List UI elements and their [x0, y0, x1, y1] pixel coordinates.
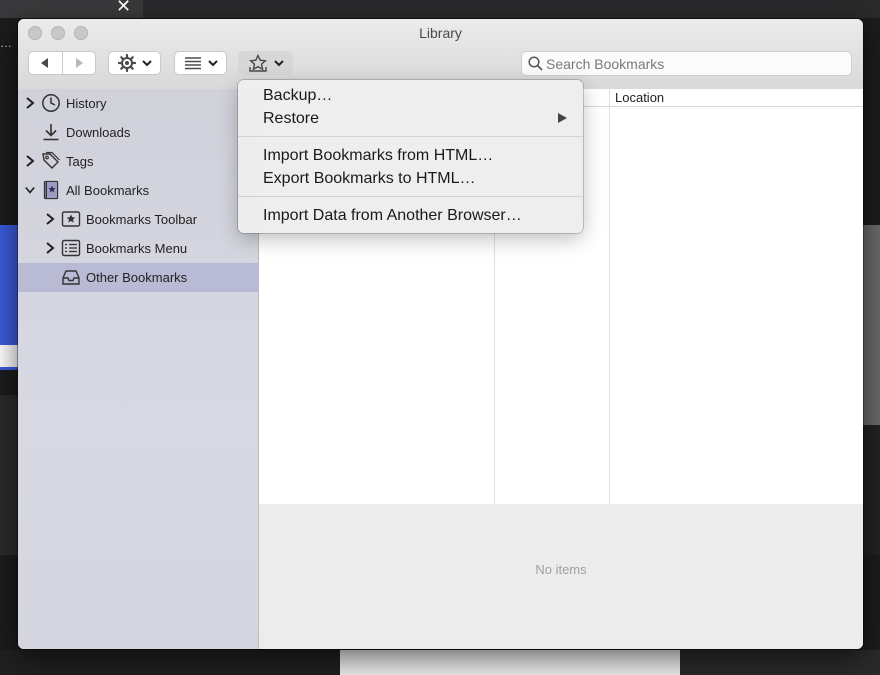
background-bottom-mid — [340, 650, 680, 675]
sidebar: History Downloads Tags All Bookmarks Boo… — [18, 89, 259, 649]
import-backup-button[interactable] — [238, 51, 293, 75]
menu-item-export-html[interactable]: Export Bookmarks to HTML… — [238, 167, 583, 189]
background-ellipsis: … — [0, 36, 12, 50]
menu-list-icon — [61, 239, 81, 257]
sidebar-item-downloads[interactable]: Downloads — [18, 118, 259, 147]
disclosure-right-icon[interactable] — [25, 97, 35, 109]
sidebar-item-bookmarks-toolbar[interactable]: Bookmarks Toolbar — [18, 205, 259, 234]
disclosure-right-icon[interactable] — [45, 242, 55, 254]
search-input[interactable] — [546, 55, 846, 72]
disclosure-down-icon[interactable] — [25, 184, 35, 196]
sidebar-item-label: Other Bookmarks — [86, 270, 188, 285]
background-photo — [862, 225, 880, 425]
search-box[interactable] — [521, 51, 852, 76]
background-tab: ✕ — [0, 0, 143, 18]
background-panel-white — [0, 345, 18, 367]
menu-item-label: Export Bookmarks to HTML… — [263, 170, 476, 187]
sidebar-item-bookmarks-menu[interactable]: Bookmarks Menu — [18, 234, 259, 263]
forward-button[interactable] — [62, 52, 95, 74]
sidebar-item-label: History — [66, 96, 107, 111]
background-panel-dark-right — [862, 425, 880, 555]
triangle-left-icon — [41, 58, 49, 68]
sidebar-item-label: Bookmarks Toolbar — [86, 212, 198, 227]
menu-item-import-html[interactable]: Import Bookmarks from HTML… — [238, 144, 583, 166]
background-bottom-right — [680, 650, 880, 675]
search-icon — [528, 56, 543, 71]
submenu-arrow-icon — [558, 113, 567, 123]
empty-state-text: No items — [535, 562, 587, 577]
menu-item-import-browser[interactable]: Import Data from Another Browser… — [238, 204, 583, 226]
sidebar-item-label: All Bookmarks — [66, 183, 150, 198]
column-header-label: Location — [615, 90, 665, 105]
list-icon — [184, 57, 201, 70]
organize-button[interactable] — [108, 51, 161, 75]
background-bottom-left — [0, 650, 340, 675]
chevron-down-icon — [141, 60, 152, 67]
sidebar-item-tags[interactable]: Tags — [18, 147, 259, 176]
star-tray-icon — [248, 54, 267, 72]
clock-icon — [42, 94, 60, 112]
menu-separator — [238, 136, 583, 137]
details-pane: No items — [259, 504, 863, 649]
menu-separator — [238, 196, 583, 197]
sidebar-item-history[interactable]: History — [18, 89, 259, 118]
triangle-right-icon — [75, 58, 83, 68]
sidebar-item-label: Downloads — [66, 125, 131, 140]
menu-item-restore[interactable]: Restore — [238, 107, 583, 129]
disclosure-right-icon[interactable] — [45, 213, 55, 225]
bookmarks-book-icon — [43, 180, 59, 200]
chevron-down-icon — [273, 60, 284, 67]
close-icon: ✕ — [116, 0, 132, 16]
menu-item-label: Restore — [263, 110, 320, 127]
tags-icon — [42, 151, 60, 169]
column-header-location[interactable]: Location — [610, 89, 863, 107]
background-panel-dark — [0, 395, 18, 555]
sidebar-item-label: Bookmarks Menu — [86, 241, 188, 256]
import-backup-menu: Backup… Restore Import Bookmarks from HT… — [238, 80, 583, 233]
menu-item-label: Import Bookmarks from HTML… — [263, 147, 494, 164]
column-divider[interactable] — [609, 89, 610, 504]
disclosure-right-icon[interactable] — [25, 155, 35, 167]
window-title: Library — [419, 25, 462, 41]
back-button[interactable] — [29, 52, 62, 74]
back-forward-segmented — [28, 51, 96, 75]
menu-item-backup[interactable]: Backup… — [238, 84, 583, 106]
views-button[interactable] — [174, 51, 227, 75]
gear-icon — [117, 54, 136, 72]
sidebar-item-other-bookmarks[interactable]: Other Bookmarks — [18, 263, 259, 292]
menu-item-label: Import Data from Another Browser… — [263, 207, 522, 224]
sidebar-item-label: Tags — [66, 154, 94, 169]
chevron-down-icon — [207, 60, 218, 67]
menu-item-label: Backup… — [263, 87, 333, 104]
download-icon — [43, 124, 59, 141]
sidebar-item-all-bookmarks[interactable]: All Bookmarks — [18, 176, 259, 205]
star-toolbar-icon — [61, 211, 81, 227]
inbox-tray-icon — [62, 270, 80, 285]
